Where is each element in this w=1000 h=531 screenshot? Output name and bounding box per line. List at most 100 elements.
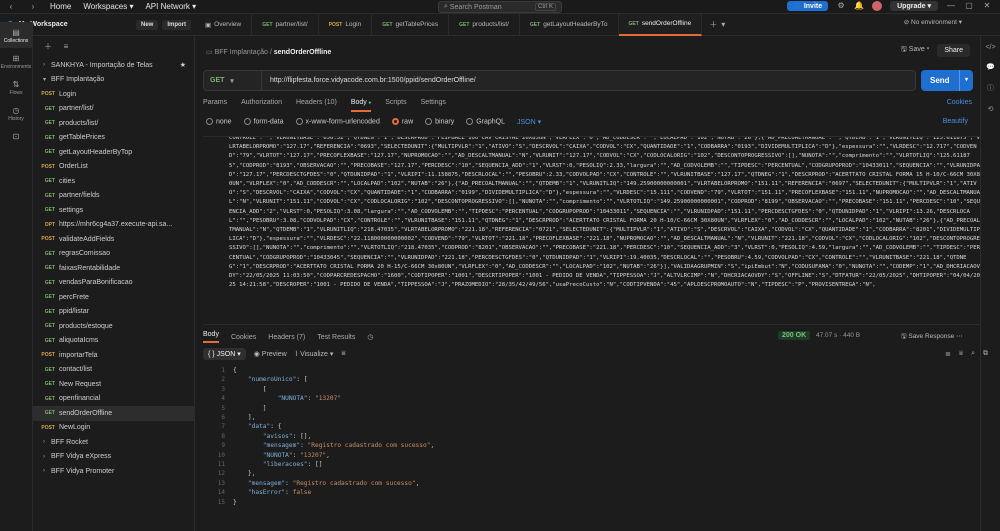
sidebar-request[interactable]: POST validateAddFields	[33, 232, 194, 247]
beautify-link[interactable]: Beautify	[943, 118, 968, 125]
related-icon[interactable]: ⟲	[988, 105, 994, 113]
tab-gettableprices[interactable]: GET getTablePrices	[372, 13, 450, 36]
new-tab-icon[interactable]: ＋	[708, 20, 718, 30]
sidebar-request[interactable]: GET partner/list/	[33, 102, 194, 117]
body-mode-graphql[interactable]: GraphQL	[466, 118, 505, 126]
request-body-text[interactable]: CONTROLE":"","VLRUNITBASE":"656.52","QTD…	[229, 137, 980, 290]
format-select[interactable]: { } JSON ▾	[203, 348, 246, 360]
method-select[interactable]: GET ▾	[204, 71, 262, 90]
tab-partner-list-[interactable]: GET partner/list/	[252, 13, 319, 36]
sidebar-collection[interactable]: › SANKHYA - Importação de Telas ★	[33, 58, 194, 73]
response-json[interactable]: { "numeroUnico": [ [ "NUNOTA": "13207" ]…	[233, 366, 434, 507]
filter-icon[interactable]: ⩸	[341, 350, 345, 358]
sidebar-request[interactable]: GET products/estoque	[33, 319, 194, 334]
chevron-right-icon[interactable]: ›	[43, 454, 51, 460]
body-mode-none[interactable]: none	[206, 118, 232, 126]
url-input[interactable]: http://flipfesta.force.vidyacode.com.br:…	[262, 77, 476, 84]
workspaces-menu[interactable]: Workspaces ▾	[83, 2, 133, 11]
settings-icon[interactable]: ⚙	[836, 1, 846, 11]
chevron-right-icon[interactable]: ›	[43, 468, 51, 474]
sidebar-request[interactable]: GET openfinancial	[33, 392, 194, 407]
wrap-icon[interactable]: ≣	[945, 350, 951, 358]
filter-icon[interactable]: ⩸	[959, 350, 963, 358]
tab-overflow-icon[interactable]: ▾	[718, 20, 728, 30]
response-time[interactable]: 47.07 s	[816, 332, 837, 339]
visualize-button[interactable]: ⌇ Visualize ▾	[295, 350, 334, 358]
response-body[interactable]: 1 2 3 4 5 6 7 8 9 10 11 12 13 14 15 { "numeroUnico": […	[203, 366, 980, 526]
share-button[interactable]: Share	[937, 44, 970, 57]
sidebar-request[interactable]: GET percFrete	[33, 290, 194, 305]
rail-history[interactable]: ◷ History	[0, 100, 32, 126]
rail-collections[interactable]: ▤ Collections	[0, 22, 32, 48]
home-link[interactable]: Home	[50, 2, 71, 11]
response-tab[interactable]: Cookies	[231, 334, 256, 341]
sidebar-request[interactable]: GET cities	[33, 174, 194, 189]
environment-selector[interactable]: ⊘ No environment ▾	[904, 18, 962, 26]
plus-icon[interactable]: ＋	[43, 42, 53, 52]
request-tab[interactable]: Body ●	[350, 99, 372, 112]
request-tab[interactable]: Params	[203, 99, 227, 112]
request-tab[interactable]: Headers (10)	[296, 99, 337, 112]
sidebar-request[interactable]: GET getLayoutHeaderByTop	[33, 145, 194, 160]
cookies-link[interactable]: Cookies	[947, 99, 972, 106]
breadcrumb-current[interactable]: sendOrderOffline	[274, 49, 332, 56]
body-mode-binary[interactable]: binary	[425, 118, 454, 126]
tab-getlayoutheaderbyto[interactable]: GET getLayoutHeaderByTo	[520, 13, 619, 36]
tab-login[interactable]: POST Login	[319, 13, 373, 36]
sidebar-request[interactable]: GET regrasComissao	[33, 247, 194, 262]
body-mode-raw[interactable]: raw	[391, 118, 413, 126]
sidebar-request[interactable]: POST Login	[33, 87, 194, 102]
save-button[interactable]: 🖫 Save ▾	[901, 45, 929, 56]
request-body-editor[interactable]: CONTROLE":"","VLRUNITBASE":"656.52","QTD…	[203, 136, 980, 325]
sidebar-request[interactable]: GET products/list/	[33, 116, 194, 131]
sidebar-request[interactable]: GET settings	[33, 203, 194, 218]
avatar[interactable]	[872, 1, 883, 11]
history-icon[interactable]: ◷	[367, 333, 373, 341]
filter-icon[interactable]: ≡	[61, 42, 71, 52]
notifications-icon[interactable]: 🔔	[854, 1, 864, 11]
comments-icon[interactable]: 💬	[986, 63, 995, 71]
response-tab[interactable]: Body	[203, 331, 219, 343]
rail-flows[interactable]: ⇅ Flows	[0, 74, 32, 100]
import-button[interactable]: Import	[162, 19, 191, 30]
sidebar-request[interactable]: GET faixasRentabilidade	[33, 261, 194, 276]
invite-button[interactable]: 👤 Invite	[787, 1, 829, 11]
maximize-icon[interactable]: ▢	[964, 1, 974, 11]
new-button[interactable]: New	[135, 19, 159, 30]
request-tab[interactable]: Authorization	[241, 99, 282, 112]
sidebar-collection[interactable]: ▾ BFF Implantação	[33, 73, 194, 88]
sidebar-request[interactable]: GET New Request	[33, 377, 194, 392]
info-icon[interactable]: ⓘ	[987, 83, 994, 93]
sidebar-request[interactable]: POST NewLogin	[33, 421, 194, 436]
sidebar-request[interactable]: POST importarTela	[33, 348, 194, 363]
save-response-button[interactable]: 🖫 Save Response ⋯	[901, 332, 963, 343]
sidebar-request[interactable]: POST OrderList	[33, 160, 194, 175]
rail-apps[interactable]: ⊡	[0, 126, 32, 146]
sidebar-request[interactable]: GET sendOrderOffline	[33, 406, 194, 421]
request-tab[interactable]: Settings	[421, 99, 446, 112]
response-tab[interactable]: Test Results	[317, 334, 355, 341]
tab-products-list-[interactable]: GET products/list/	[449, 13, 520, 36]
request-tab[interactable]: Scripts	[385, 99, 406, 112]
body-format-select[interactable]: JSON ▾	[517, 118, 541, 126]
chevron-down-icon[interactable]: ▾	[43, 76, 51, 83]
body-mode-form-data[interactable]: form-data	[243, 118, 284, 126]
rail-environments[interactable]: ⊞ Environments	[0, 48, 32, 74]
tab-sendorderoffline[interactable]: GET sendOrderOffline	[618, 13, 703, 36]
chevron-right-icon[interactable]: ›	[43, 439, 51, 445]
body-mode-x-www-form-urlencoded[interactable]: x-www-form-urlencoded	[295, 118, 380, 126]
sidebar-request[interactable]: GET vendasParaBonificacao	[33, 276, 194, 291]
star-icon[interactable]: ★	[180, 61, 186, 69]
tab-overview[interactable]: ▣ Overview	[195, 13, 253, 36]
response-tab[interactable]: Headers (7)	[268, 334, 305, 341]
send-button[interactable]: Send ▾	[921, 70, 973, 91]
preview-button[interactable]: ◉ Preview	[254, 350, 287, 358]
chevron-right-icon[interactable]: ›	[43, 62, 51, 68]
search-icon[interactable]: ⌕	[971, 350, 975, 358]
sidebar-collection[interactable]: › BFF Vidya eXpress	[33, 450, 194, 465]
sidebar-request[interactable]: GET getTablePrices	[33, 131, 194, 146]
sidebar-request[interactable]: OPT https://mhr6cg4a37.execute-api.sa...	[33, 218, 194, 233]
sidebar-request[interactable]: GET contact/list	[33, 363, 194, 378]
upgrade-button[interactable]: Upgrade ▾	[890, 1, 938, 11]
close-icon[interactable]: ✕	[982, 1, 992, 11]
